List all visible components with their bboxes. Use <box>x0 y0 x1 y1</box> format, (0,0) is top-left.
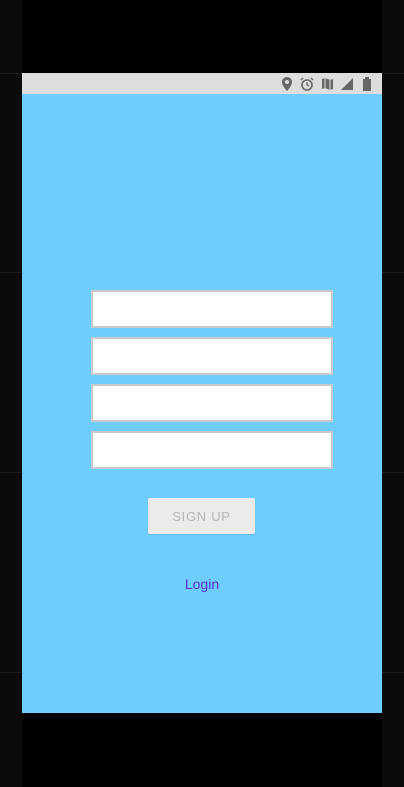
battery-icon <box>360 76 374 91</box>
bezel-divider <box>0 272 22 273</box>
left-bezel <box>0 0 22 787</box>
right-bezel <box>382 0 404 787</box>
alarm-icon <box>300 77 314 91</box>
signal-icon <box>340 77 354 91</box>
bezel-divider <box>382 672 404 673</box>
signup-field-4[interactable] <box>91 431 333 469</box>
sign-up-button[interactable]: SIGN UP <box>148 498 255 534</box>
bezel-divider <box>0 472 22 473</box>
bezel-divider <box>0 73 22 74</box>
phone-device: SIGN UP Login <box>0 0 404 787</box>
bezel-divider <box>382 272 404 273</box>
status-icons <box>280 75 374 92</box>
bezel-divider <box>382 73 404 74</box>
bezel-divider <box>382 472 404 473</box>
signup-field-3[interactable] <box>91 384 333 422</box>
bezel-divider <box>0 672 22 673</box>
location-pin-icon <box>280 76 294 91</box>
app-screen: SIGN UP Login <box>22 73 382 713</box>
signup-field-1[interactable] <box>91 290 333 328</box>
map-icon <box>320 77 334 91</box>
status-bar <box>22 73 382 94</box>
signup-form <box>91 290 333 478</box>
login-link[interactable]: Login <box>22 576 382 592</box>
signup-field-2[interactable] <box>91 337 333 375</box>
